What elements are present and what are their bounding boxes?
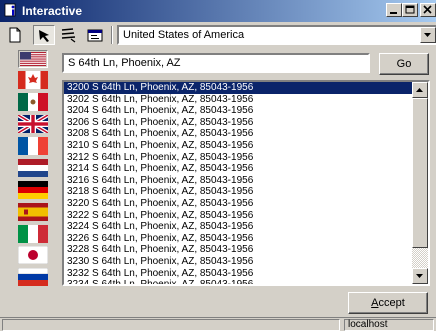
result-row[interactable]: 3214 S 64th Ln, Phoenix, AZ, 85043-1956 [64, 163, 412, 175]
result-row[interactable]: 3218 S 64th Ln, Phoenix, AZ, 85043-1956 [64, 186, 412, 198]
result-row[interactable]: 3222 S 64th Ln, Phoenix, AZ, 85043-1956 [64, 210, 412, 222]
country-dropdown-value: United States of America [123, 29, 245, 41]
accept-button[interactable]: Accept [348, 292, 428, 314]
result-row[interactable]: 3212 S 64th Ln, Phoenix, AZ, 85043-1956 [64, 152, 412, 164]
accept-button-label: ccept [378, 297, 405, 309]
russia-flag[interactable] [18, 268, 48, 286]
list-lines-icon [61, 28, 76, 43]
spain-flag[interactable] [18, 203, 48, 221]
country-dropdown[interactable]: United States of America [117, 25, 436, 45]
go-button[interactable]: Go [379, 53, 429, 75]
properties-icon [87, 29, 103, 42]
results-rows: 3200 S 64th Ln, Phoenix, AZ, 85043-1956 3… [64, 82, 412, 284]
scroll-up-button[interactable] [412, 82, 428, 98]
result-row[interactable]: 3226 S 64th Ln, Phoenix, AZ, 85043-1956 [64, 233, 412, 245]
toolbar-separator [111, 26, 113, 44]
results-list[interactable]: 3200 S 64th Ln, Phoenix, AZ, 85043-1956 3… [62, 80, 430, 286]
maximize-button[interactable] [402, 3, 418, 17]
status-panel-right: localhost [344, 319, 434, 331]
uk-flag[interactable] [18, 115, 48, 133]
usa-flag[interactable] [18, 50, 48, 68]
france-flag[interactable] [18, 137, 48, 155]
netherlands-flag[interactable] [18, 159, 48, 177]
address-input-value: S 64th Ln, Phoenix, AZ [68, 57, 181, 69]
new-document-button[interactable] [4, 25, 26, 45]
minimize-button[interactable] [386, 3, 402, 17]
status-panel-left [2, 319, 340, 331]
window-title: Interactive [22, 4, 83, 18]
result-row[interactable]: 3232 S 64th Ln, Phoenix, AZ, 85043-1956 [64, 268, 412, 280]
vertical-scrollbar[interactable] [412, 82, 428, 284]
pointer-arrow-icon [39, 30, 49, 42]
result-row[interactable]: 3202 S 64th Ln, Phoenix, AZ, 85043-1956 [64, 94, 412, 106]
new-document-icon [9, 27, 21, 43]
pointer-tool-button[interactable] [33, 25, 55, 45]
scroll-up-arrow-icon [416, 88, 423, 92]
address-input[interactable]: S 64th Ln, Phoenix, AZ [62, 53, 370, 73]
italy-flag[interactable] [18, 225, 48, 243]
result-row[interactable]: 3206 S 64th Ln, Phoenix, AZ, 85043-1956 [64, 117, 412, 129]
result-row[interactable]: 3220 S 64th Ln, Phoenix, AZ, 85043-1956 [64, 198, 412, 210]
status-host: localhost [348, 319, 388, 330]
list-tool-button[interactable] [58, 25, 80, 45]
result-row[interactable]: 3200 S 64th Ln, Phoenix, AZ, 85043-1956 [64, 82, 412, 94]
mexico-flag[interactable] [18, 93, 48, 111]
app-info-icon [4, 3, 18, 18]
result-row[interactable]: 3234 S 64th Ln, Phoenix, AZ, 85043-1956 [64, 279, 412, 284]
canada-flag[interactable] [18, 71, 48, 89]
scroll-thumb[interactable] [412, 98, 428, 248]
result-row[interactable]: 3230 S 64th Ln, Phoenix, AZ, 85043-1956 [64, 256, 412, 268]
result-row[interactable]: 3224 S 64th Ln, Phoenix, AZ, 85043-1956 [64, 221, 412, 233]
status-bar: localhost [0, 318, 436, 331]
result-row[interactable]: 3204 S 64th Ln, Phoenix, AZ, 85043-1956 [64, 105, 412, 117]
result-row[interactable]: 3210 S 64th Ln, Phoenix, AZ, 85043-1956 [64, 140, 412, 152]
scroll-down-arrow-icon [416, 274, 423, 278]
title-bar[interactable]: Interactive [0, 0, 436, 22]
result-row[interactable]: 3208 S 64th Ln, Phoenix, AZ, 85043-1956 [64, 128, 412, 140]
close-button[interactable] [420, 3, 436, 17]
dropdown-arrow-icon[interactable] [420, 27, 436, 43]
scroll-down-button[interactable] [412, 268, 428, 284]
japan-flag[interactable] [18, 246, 48, 264]
germany-flag[interactable] [18, 181, 48, 199]
result-row[interactable]: 3228 S 64th Ln, Phoenix, AZ, 85043-1956 [64, 244, 412, 256]
result-row[interactable]: 3216 S 64th Ln, Phoenix, AZ, 85043-1956 [64, 175, 412, 187]
properties-button[interactable] [84, 25, 106, 45]
